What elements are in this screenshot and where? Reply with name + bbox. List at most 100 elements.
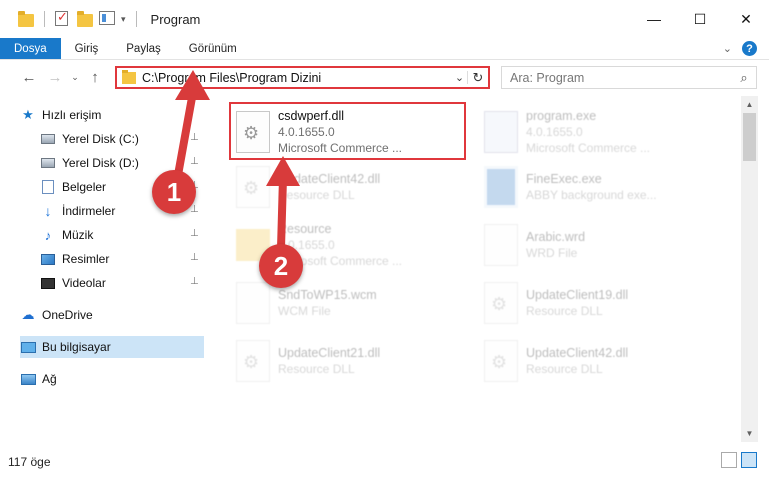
download-icon: ↓	[44, 203, 52, 219]
pin-icon[interactable]: ⊥	[190, 156, 199, 167]
vertical-scrollbar[interactable]: ▲ ▼	[741, 96, 758, 442]
tab-view[interactable]: Görünüm	[175, 38, 251, 59]
pin-icon[interactable]: ⊥	[190, 228, 199, 239]
details-view-icon[interactable]	[721, 452, 737, 468]
navigation-bar: ← → ⌄ ↑ C:\Program Files\Program Dizini …	[0, 61, 769, 93]
sidebar-item-label: Belgeler	[62, 180, 107, 194]
exe-file-icon	[484, 111, 518, 153]
dll-file-icon	[236, 166, 270, 208]
disk-icon	[40, 156, 56, 170]
pictures-icon	[40, 252, 56, 266]
search-input[interactable]	[502, 70, 732, 85]
tiles-view-icon[interactable]	[741, 452, 757, 468]
close-button[interactable]: ✕	[723, 0, 769, 38]
separator	[44, 11, 45, 27]
file-item-arabic-wrd[interactable]: Arabic.wrd WRD File	[478, 216, 714, 274]
folder-icon	[122, 69, 136, 84]
pin-icon[interactable]: ⊥	[190, 276, 199, 287]
address-bar[interactable]: C:\Program Files\Program Dizini ⌄ ↻	[115, 66, 490, 89]
forward-button[interactable]: →	[42, 64, 68, 90]
dll-file-icon	[484, 340, 518, 382]
sidebar-item-label: OneDrive	[42, 308, 93, 322]
sidebar-item-quick-access[interactable]: ★ Hızlı erişim	[20, 104, 204, 126]
sidebar-item-local-disk-c[interactable]: Yerel Disk (C:) ⊥	[40, 128, 204, 150]
address-path[interactable]: C:\Program Files\Program Dizini	[142, 71, 452, 85]
back-button[interactable]: ←	[16, 64, 42, 90]
tab-share[interactable]: Paylaş	[112, 38, 175, 59]
help-icon[interactable]: ?	[742, 41, 757, 56]
pin-icon[interactable]: ⊥	[190, 204, 199, 215]
expand-ribbon-icon[interactable]: ⌄	[723, 42, 732, 55]
dll-file-icon	[236, 340, 270, 382]
sidebar-item-videos[interactable]: Videolar ⊥	[40, 272, 204, 294]
file-type: Resource DLL	[526, 304, 603, 318]
file-name: UpdateClient42.dll	[278, 172, 381, 186]
highlight-box	[229, 102, 466, 160]
search-box[interactable]: ⌕	[501, 66, 757, 89]
address-dropdown-icon[interactable]: ⌄	[452, 71, 468, 84]
sidebar-item-network[interactable]: Ağ	[20, 368, 204, 390]
sidebar-item-this-pc[interactable]: Bu bilgisayar	[20, 336, 204, 358]
scroll-down-icon[interactable]: ▼	[741, 425, 758, 442]
recent-locations-button[interactable]: ⌄	[68, 64, 82, 90]
file-type: ABBY background exe...	[526, 188, 657, 202]
documents-icon	[40, 180, 56, 194]
music-icon: ♪	[44, 227, 52, 243]
scroll-up-icon[interactable]: ▲	[741, 96, 758, 113]
new-folder-icon[interactable]	[77, 11, 93, 27]
file-name: SndToWP15.wcm	[278, 288, 377, 302]
file-item-updateclient21[interactable]: UpdateClient21.dll Resource DLL	[230, 332, 466, 390]
network-icon	[20, 372, 36, 386]
tab-file[interactable]: Dosya	[0, 38, 61, 59]
file-name: Arabic.wrd	[526, 230, 586, 244]
properties-check-icon[interactable]	[55, 9, 71, 27]
minimize-button[interactable]: —	[631, 0, 677, 38]
pin-icon[interactable]: ⊥	[190, 252, 199, 263]
document-file-icon	[236, 282, 270, 324]
sidebar-item-onedrive[interactable]: ☁ OneDrive	[20, 304, 204, 326]
file-item-fineexec[interactable]: FineExec.exe ABBY background exe...	[478, 158, 714, 216]
file-name: UpdateClient21.dll	[278, 346, 381, 360]
tab-home[interactable]: Giriş	[61, 38, 113, 59]
item-count: 117 öge	[8, 455, 51, 469]
computer-icon	[20, 340, 36, 354]
up-button[interactable]: ↑	[82, 64, 108, 90]
file-name: Resource	[278, 222, 332, 236]
file-item-updateclient42[interactable]: UpdateClient42.dll Resource DLL	[230, 158, 466, 216]
document-file-icon	[484, 224, 518, 266]
file-name: UpdateClient19.dll	[526, 288, 629, 302]
file-type: Resource DLL	[278, 362, 355, 376]
file-name: UpdateClient42.dll	[526, 346, 629, 360]
sidebar-item-label: Bu bilgisayar	[42, 340, 111, 354]
star-icon: ★	[22, 107, 34, 122]
ribbon: Dosya Giriş Paylaş Görünüm ⌄ ?	[0, 38, 769, 60]
file-item-program-exe[interactable]: program.exe 4.0.1655.0 Microsoft Commerc…	[478, 103, 714, 161]
view-properties-icon[interactable]	[99, 11, 115, 27]
refresh-icon[interactable]: ↻	[468, 70, 488, 86]
maximize-button[interactable]: ☐	[677, 0, 723, 38]
file-company: Microsoft Commerce ...	[526, 141, 651, 155]
pin-icon[interactable]: ⊥	[190, 132, 199, 143]
separator	[135, 11, 137, 27]
file-name: FineExec.exe	[526, 172, 602, 186]
file-item-sndtowp15[interactable]: SndToWP15.wcm WCM File	[230, 274, 466, 332]
status-bar: 117 öge	[0, 442, 769, 482]
sidebar-item-label: Hızlı erişim	[42, 108, 102, 122]
navigation-pane: ★ Hızlı erişim Yerel Disk (C:) ⊥ Yerel D…	[0, 96, 208, 442]
quick-access-dropdown-icon[interactable]: ▾	[121, 14, 126, 25]
sidebar-item-label: İndirmeler	[62, 204, 116, 218]
step-2-badge: 2	[259, 244, 303, 288]
sidebar-item-label: Yerel Disk (D:)	[62, 156, 139, 170]
dll-file-icon	[484, 282, 518, 324]
search-icon[interactable]: ⌕	[732, 70, 756, 86]
scroll-thumb[interactable]	[743, 113, 756, 161]
file-item-updateclient42b[interactable]: UpdateClient42.dll Resource DLL	[478, 332, 714, 390]
file-item-updateclient19[interactable]: UpdateClient19.dll Resource DLL	[478, 274, 714, 332]
cloud-icon: ☁	[21, 307, 35, 322]
sidebar-item-label: Yerel Disk (C:)	[62, 132, 139, 146]
sidebar-item-pictures[interactable]: Resimler ⊥	[40, 248, 204, 270]
folder-icon	[18, 11, 34, 27]
file-type: Resource DLL	[526, 362, 603, 376]
file-type: WCM File	[278, 304, 331, 318]
sidebar-item-music[interactable]: ♪ Müzik ⊥	[40, 224, 204, 246]
